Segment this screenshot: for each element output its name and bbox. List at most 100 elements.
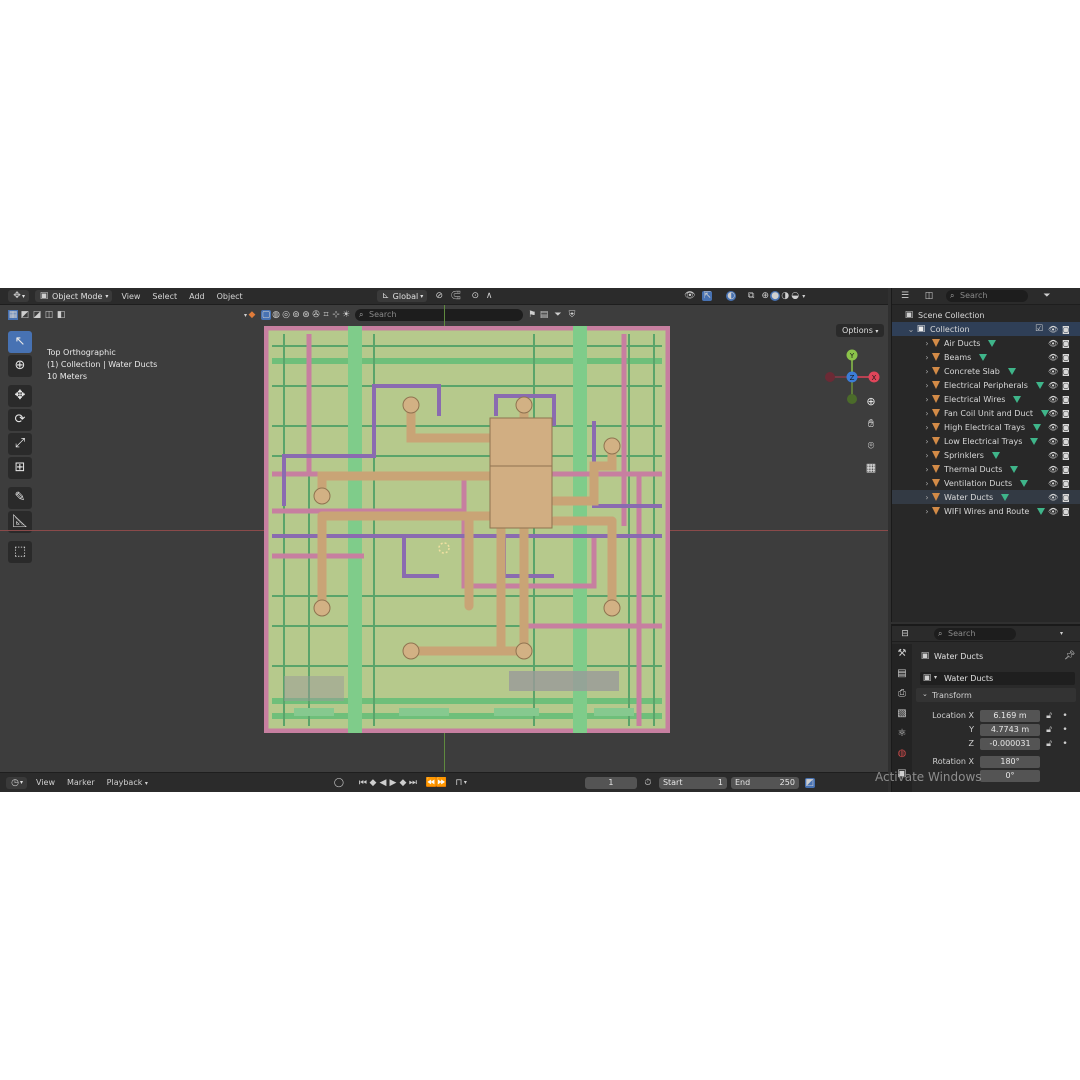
- expand-arrow-icon[interactable]: ›: [922, 493, 932, 502]
- expand-arrow-icon[interactable]: ›: [922, 465, 932, 474]
- filter-empty-icon[interactable]: ⊹: [331, 310, 341, 320]
- record-icon[interactable]: ◯: [334, 778, 344, 788]
- location-y-field[interactable]: 4.7743 m: [980, 724, 1040, 736]
- timeline-editor-dropdown[interactable]: ◷ ▾: [6, 776, 28, 789]
- eye-icon[interactable]: 👁︎: [1048, 479, 1058, 488]
- timeline-menu-view[interactable]: View: [30, 778, 61, 787]
- keying-icon[interactable]: ⊓: [454, 778, 464, 788]
- jump-start-icon[interactable]: ⏮: [358, 778, 368, 788]
- chevron-down-icon[interactable]: ▾: [464, 779, 467, 786]
- lock-icon[interactable]: 🔓︎: [1044, 739, 1054, 749]
- add-cube-tool-button[interactable]: ⬚: [8, 541, 32, 563]
- viewport-search-input[interactable]: Search: [355, 309, 524, 321]
- playback-dropdown[interactable]: Playback ▾: [101, 778, 154, 787]
- rendered-shading-icon[interactable]: ◒: [790, 291, 800, 301]
- play-icon[interactable]: ▶: [388, 778, 398, 788]
- visibility-icon[interactable]: 👁︎: [684, 291, 695, 301]
- outliner-row[interactable]: › Concrete Slab 👁︎ ◙: [892, 364, 1080, 378]
- camera-icon[interactable]: ◙: [1062, 381, 1070, 390]
- location-x-field[interactable]: 6.169 m: [980, 710, 1040, 722]
- gizmo-toggle-icon[interactable]: ⇱: [702, 291, 713, 301]
- filter-meta-icon[interactable]: ⊚: [291, 310, 301, 320]
- rotation-x-field[interactable]: 180°: [980, 756, 1040, 768]
- location-z-field[interactable]: -0.000031: [980, 738, 1040, 750]
- camera-icon[interactable]: ◙: [1062, 507, 1070, 516]
- play-reverse-icon[interactable]: ◀: [378, 778, 388, 788]
- camera-icon[interactable]: ◙: [1062, 353, 1070, 362]
- menu-select[interactable]: Select: [146, 292, 183, 301]
- solid-shading-icon[interactable]: ●: [770, 291, 781, 301]
- lock-icon[interactable]: 🔓︎: [1044, 711, 1054, 721]
- next-keyframe-icon[interactable]: ◆: [398, 778, 408, 788]
- proportional-edit-icon[interactable]: ⊙: [470, 291, 480, 301]
- timeline-menu-marker[interactable]: Marker: [61, 778, 101, 787]
- eye-icon[interactable]: 👁︎: [1048, 409, 1058, 418]
- menu-object[interactable]: Object: [211, 292, 249, 301]
- outliner-row[interactable]: › Sprinklers 👁︎ ◙: [892, 448, 1080, 462]
- current-frame-field[interactable]: 1: [584, 776, 637, 789]
- datablock-field[interactable]: ▣ ▾ Water Ducts: [920, 672, 1075, 685]
- expand-arrow-icon[interactable]: ›: [922, 437, 932, 446]
- stopwatch-icon[interactable]: ⏱: [643, 778, 653, 788]
- outliner-row[interactable]: › High Electrical Trays 👁︎ ◙: [892, 420, 1080, 434]
- pivot-icon[interactable]: ⊘: [434, 291, 444, 301]
- keyframe-dot-icon[interactable]: •: [1060, 725, 1070, 735]
- filter-mesh-icon[interactable]: ▢: [261, 310, 272, 320]
- cursor-tool-button[interactable]: ⊕: [8, 355, 32, 377]
- collection-row[interactable]: ⌄ ▣ Collection ☑ 👁︎ ◙: [892, 322, 1080, 336]
- tool-tab-icon[interactable]: ⚒: [892, 644, 912, 664]
- wireframe-shading-icon[interactable]: ⊕: [760, 291, 770, 301]
- camera-icon[interactable]: ◙: [1062, 451, 1070, 460]
- overlay-toggle-icon[interactable]: ◐: [726, 291, 737, 301]
- transform-panel-header[interactable]: ⌄ Transform: [916, 688, 1076, 702]
- outliner-editor-icon[interactable]: ☰: [900, 291, 910, 301]
- chevron-down-icon[interactable]: ▾: [1060, 630, 1063, 637]
- editor-type-dropdown[interactable]: ✥ ▾: [8, 290, 30, 302]
- outliner-row[interactable]: › Beams 👁︎ ◙: [892, 350, 1080, 364]
- bookmark-icon[interactable]: ⚑: [527, 310, 537, 320]
- jump-end-icon[interactable]: ⏭: [408, 778, 418, 788]
- expand-arrow-icon[interactable]: ›: [922, 507, 932, 516]
- shield-icon[interactable]: ⛨: [567, 310, 577, 320]
- filter-curve-icon[interactable]: ◍: [271, 310, 281, 320]
- transform-tool-button[interactable]: ⊞: [8, 457, 32, 479]
- eye-icon[interactable]: 👁︎: [1048, 325, 1058, 334]
- camera-icon[interactable]: ◙: [1062, 395, 1070, 404]
- eye-icon[interactable]: 👁︎: [1048, 423, 1058, 432]
- outliner-row[interactable]: › Ventilation Ducts 👁︎ ◙: [892, 476, 1080, 490]
- zoom-button[interactable]: ⊕: [862, 393, 880, 411]
- eye-icon[interactable]: 👁︎: [1048, 381, 1058, 390]
- camera-icon[interactable]: ◙: [1062, 339, 1070, 348]
- outliner-row[interactable]: › WIFI Wires and Route 👁︎ ◙: [892, 504, 1080, 518]
- outliner-search-input[interactable]: Search: [946, 290, 1028, 302]
- eye-icon[interactable]: 👁︎: [1048, 451, 1058, 460]
- prev-keyframe-icon[interactable]: ◆: [368, 778, 378, 788]
- outliner-row[interactable]: › Air Ducts 👁︎ ◙: [892, 336, 1080, 350]
- chevron-down-icon[interactable]: ▾: [802, 293, 805, 300]
- select-intersect-icon[interactable]: ◧: [56, 310, 66, 320]
- services-plan-drawing[interactable]: [264, 326, 670, 733]
- camera-icon[interactable]: ◙: [1062, 325, 1070, 334]
- eye-icon[interactable]: 👁︎: [1048, 353, 1058, 362]
- camera-icon[interactable]: ◙: [1062, 493, 1070, 502]
- output-tab-icon[interactable]: ⎙: [892, 684, 912, 704]
- material-shading-icon[interactable]: ◑: [780, 291, 790, 301]
- expand-arrow-icon[interactable]: ⌄: [906, 325, 916, 334]
- outliner-row[interactable]: › Water Ducts 👁︎ ◙: [892, 490, 1080, 504]
- camera-sync-icon[interactable]: ◩: [804, 777, 815, 788]
- display-mode-icon[interactable]: ◫: [924, 291, 934, 301]
- keyframe-dot-icon[interactable]: •: [1060, 711, 1070, 721]
- options-dropdown[interactable]: Options ▾: [836, 324, 885, 337]
- move-tool-button[interactable]: ✥: [8, 385, 32, 407]
- rotate-tool-button[interactable]: ⟳: [8, 409, 32, 431]
- scene-tab-icon[interactable]: ⚛: [892, 724, 912, 744]
- 3d-viewport[interactable]: ▦ ◩ ◪ ◫ ◧ ▾ ◆ ▢ ◍ ◎ ⊚ ⊛ ✇ ⌗ ⊹ ☀︎ Search …: [0, 305, 888, 772]
- scale-tool-button[interactable]: ⤢: [8, 433, 32, 455]
- orientation-dropdown[interactable]: ⊾ Global ▾: [376, 290, 428, 302]
- world-tab-icon[interactable]: ◍: [892, 744, 912, 764]
- eye-icon[interactable]: 👁︎: [1048, 493, 1058, 502]
- filter-light-icon[interactable]: ☀︎: [341, 310, 351, 320]
- select-extend-icon[interactable]: ◩: [20, 310, 30, 320]
- menu-view[interactable]: View: [115, 292, 146, 301]
- expand-arrow-icon[interactable]: ›: [922, 339, 932, 348]
